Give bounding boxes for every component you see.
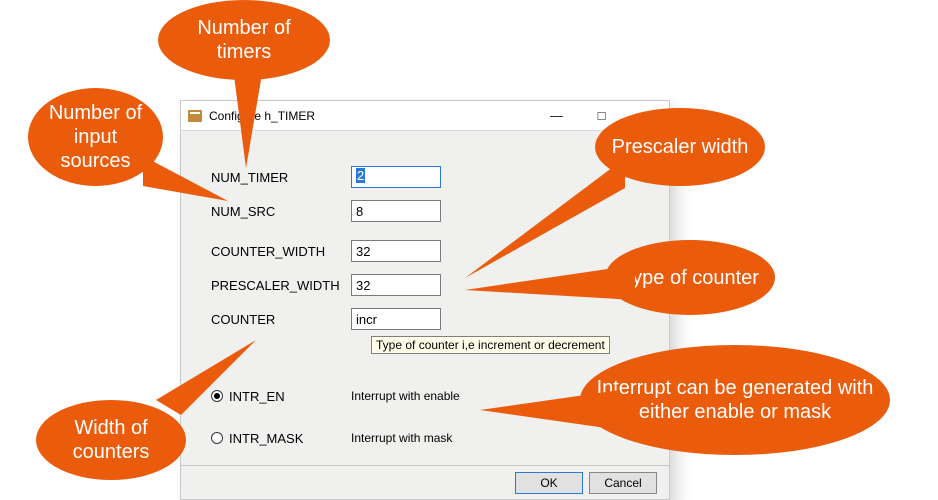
callout-counter-type: Type of counter bbox=[605, 240, 775, 315]
callout-prescaler-width: Prescaler width bbox=[595, 108, 765, 186]
input-num-src[interactable] bbox=[351, 200, 441, 222]
label-counter: COUNTER bbox=[211, 312, 351, 327]
input-counter[interactable] bbox=[351, 308, 441, 330]
ok-button[interactable]: OK bbox=[515, 472, 583, 494]
callout-counter-width: Width of counters bbox=[36, 400, 186, 480]
callout-interrupt: Interrupt can be generated with either e… bbox=[580, 345, 890, 455]
label-num-timer: NUM_TIMER bbox=[211, 170, 351, 185]
input-prescaler-width[interactable] bbox=[351, 274, 441, 296]
dialog-footer: OK Cancel bbox=[181, 465, 669, 499]
label-num-src: NUM_SRC bbox=[211, 204, 351, 219]
callout-num-timers: Number of timers bbox=[158, 0, 330, 80]
desc-intr-mask: Interrupt with mask bbox=[351, 431, 452, 445]
label-intr-mask: INTR_MASK bbox=[229, 431, 303, 446]
minimize-button[interactable]: — bbox=[534, 101, 579, 130]
radio-intr-mask[interactable] bbox=[211, 432, 223, 444]
tooltip-counter-type: Type of counter i,e increment or decreme… bbox=[371, 336, 610, 354]
input-counter-width[interactable] bbox=[351, 240, 441, 262]
desc-intr-en: Interrupt with enable bbox=[351, 389, 460, 403]
input-num-timer[interactable]: 2 bbox=[351, 166, 441, 188]
label-prescaler-width: PRESCALER_WIDTH bbox=[211, 278, 351, 293]
cancel-button[interactable]: Cancel bbox=[589, 472, 657, 494]
callout-num-sources: Number of input sources bbox=[28, 88, 163, 186]
label-counter-width: COUNTER_WIDTH bbox=[211, 244, 351, 259]
app-icon bbox=[187, 108, 203, 124]
